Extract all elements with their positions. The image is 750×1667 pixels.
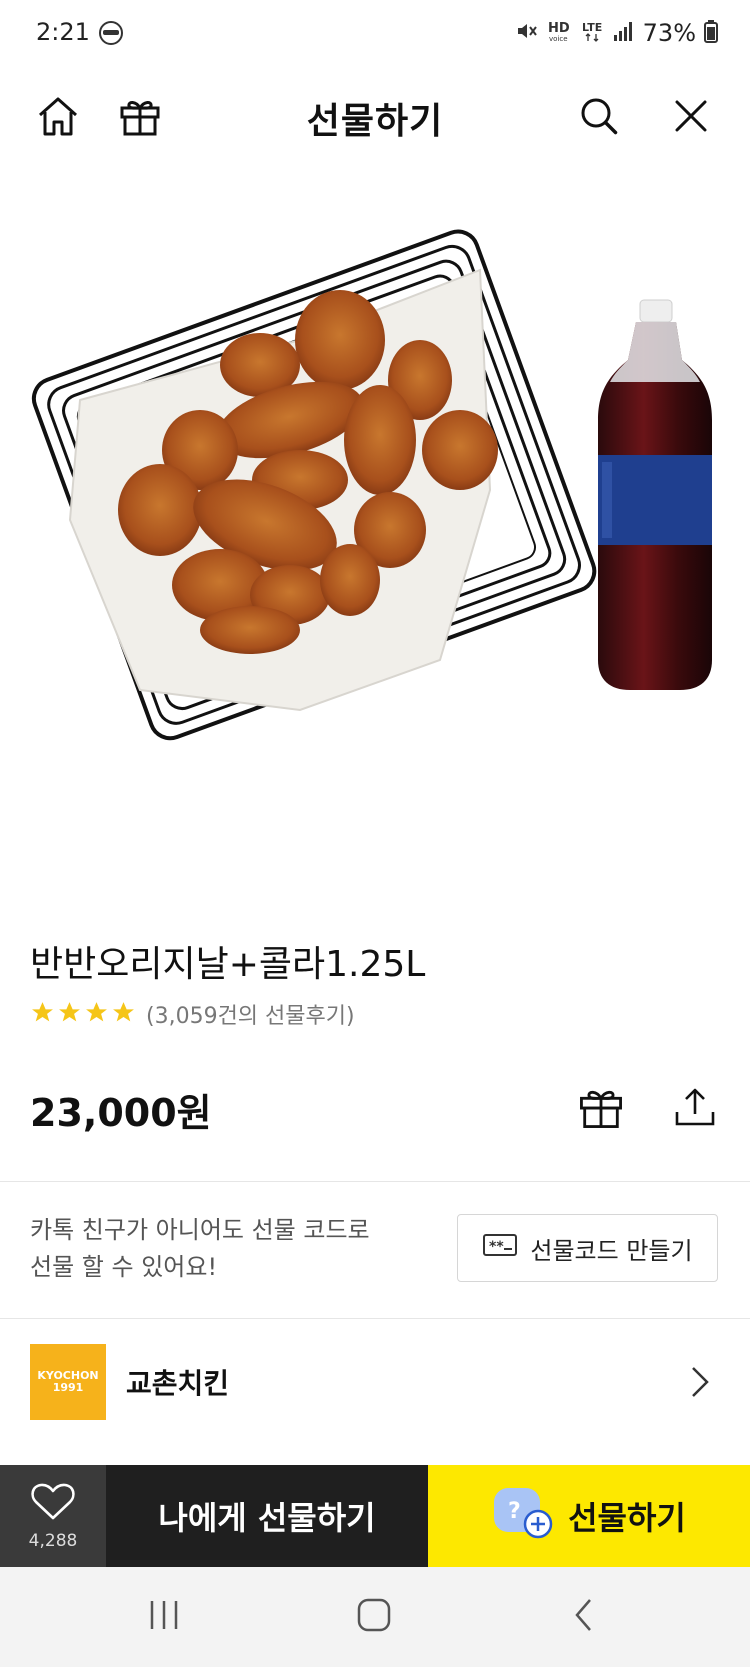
review-count: (3,059건의 선물후기) [146,1004,355,1029]
star-icon [57,1000,82,1029]
recent-apps-button[interactable] [124,1589,204,1645]
share-button[interactable] [666,1080,724,1138]
mute-icon [515,19,539,47]
chevron-right-icon [680,1362,720,1402]
brand-row[interactable]: KYOCHON 1991 교촌치킨 [0,1320,750,1440]
signal-icon [613,20,635,46]
ninja-app-icon [98,20,124,46]
star-icon [84,1000,109,1029]
cola-bottle [598,299,712,690]
like-count: 4,288 [28,1531,78,1551]
send-gift-button[interactable]: ? 선물하기 [428,1465,750,1567]
home-button[interactable] [22,82,94,154]
battery-percent: 73% [642,19,696,47]
back-button[interactable] [544,1589,624,1645]
status-time: 2:21 [36,18,90,46]
brand-logo: KYOCHON 1991 [30,1344,106,1420]
wishlist-gift-button[interactable] [572,1080,630,1138]
recent-apps-icon [147,1598,181,1636]
system-nav-bar [0,1567,750,1667]
star-icon [30,1000,55,1029]
create-gift-code-button[interactable]: ** 선물코드 만들기 [457,1214,718,1282]
close-button[interactable] [655,82,727,154]
home-icon [35,93,81,143]
gift-code-desc-line2: 선물 할 수 있어요! [30,1253,218,1281]
search-button[interactable] [563,82,635,154]
heart-icon [30,1481,76,1525]
chevron-left-icon [572,1597,596,1637]
hd-voice-icon: HD voice [547,19,573,47]
home-nav-button[interactable] [334,1589,414,1645]
gift-to-myself-button[interactable]: 나에게 선물하기 [106,1465,428,1567]
svg-text:LTE: LTE [582,21,602,34]
product-name: 반반오리지날+콜라1.25L [30,944,426,985]
gift-code-desc-line1: 카톡 친구가 아니어도 선물 코드로 [30,1216,370,1244]
svg-text:HD: HD [548,21,570,36]
bottom-action-bar: 4,288 나에게 선물하기 ? 선물하기 [0,1465,750,1567]
gift-box-icon [576,1082,626,1136]
create-gift-code-label: 선물코드 만들기 [530,1236,693,1265]
svg-text:**: ** [489,1239,504,1255]
search-icon [577,94,621,142]
star-icon [111,1000,136,1029]
brand-name: 교촌치킨 [126,1367,230,1400]
lte-icon: LTE [581,19,605,47]
divider [0,1318,750,1319]
home-square-icon [356,1597,392,1637]
product-price: 23,000원 [30,1091,212,1135]
send-gift-label: 선물하기 [568,1499,686,1537]
code-ticket-icon: ** [482,1232,518,1264]
friend-add-icon: ? [492,1484,554,1548]
svg-text:voice: voice [549,35,568,43]
status-bar: 2:21 HD voice LTE 73% [0,0,750,68]
gift-code-description: 카톡 친구가 아니어도 선물 코드로 선물 할 수 있어요! [30,1212,410,1286]
rating-stars [30,1000,136,1029]
gift-box-icon [117,93,163,143]
share-icon [672,1084,718,1134]
like-button[interactable]: 4,288 [0,1465,106,1567]
svg-text:?: ? [508,1499,521,1524]
battery-icon [704,19,718,47]
divider [0,1181,750,1182]
product-image [0,190,750,830]
gift-box-button[interactable] [104,82,176,154]
rating-row[interactable]: (3,059건의 선물후기) [30,998,355,1030]
status-indicators: HD voice LTE 73% [515,18,718,48]
app-header: 선물하기 [0,68,750,168]
close-icon [671,96,711,140]
